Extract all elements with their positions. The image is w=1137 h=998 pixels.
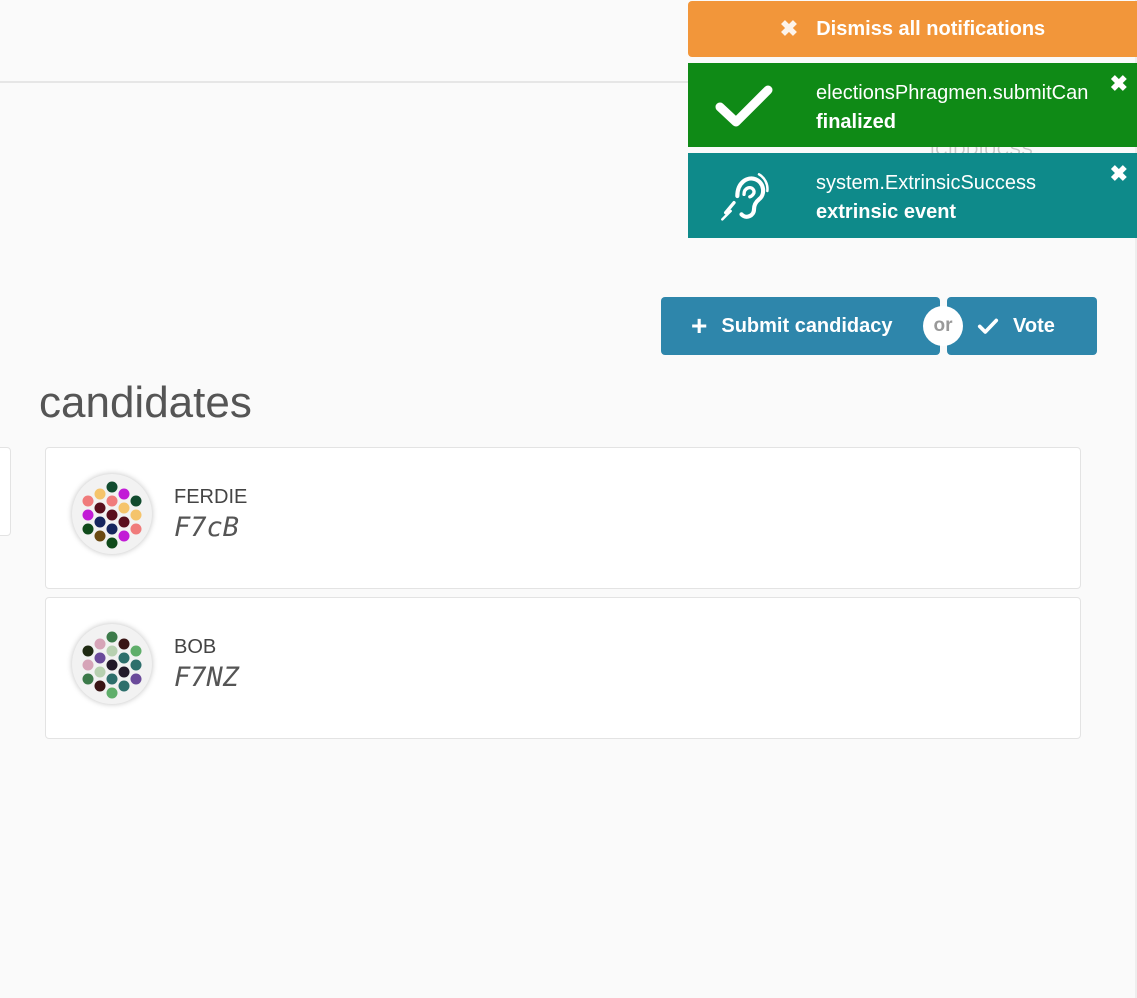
identicon-avatar[interactable] <box>72 624 152 704</box>
notification-status: finalized <box>816 111 897 133</box>
candidate-address[interactable]: F7cB <box>174 512 239 543</box>
vote-button[interactable]: Vote <box>947 297 1097 355</box>
candidate-card[interactable]: BOB F7NZ <box>45 597 1081 739</box>
section-heading: candidates <box>39 378 252 427</box>
submit-candidacy-label: Submit candidacy <box>721 314 893 337</box>
dismiss-all-notifications-button[interactable]: ✖ Dismiss all notifications <box>688 1 1137 57</box>
identicon-avatar[interactable] <box>72 474 152 554</box>
or-label: or <box>933 315 953 336</box>
assistive-listening-icon <box>721 173 769 221</box>
or-divider: or <box>923 306 963 346</box>
plus-icon: + <box>691 310 708 341</box>
close-icon: ✖ <box>779 16 799 41</box>
candidate-name: BOB <box>174 636 217 658</box>
notification-finalized: electionsPhragmen.submitCan finalized ✖ <box>688 63 1137 147</box>
close-icon[interactable]: ✖ <box>1110 71 1128 97</box>
candidate-card[interactable]: FERDIE F7cB <box>45 447 1081 589</box>
vote-label: Vote <box>1013 314 1055 337</box>
dismiss-all-label: Dismiss all notifications <box>816 17 1046 40</box>
notification-status: extrinsic event <box>816 201 957 223</box>
notification-extrinsic: system.ExtrinsicSuccess extrinsic event … <box>688 153 1137 238</box>
check-icon <box>715 85 773 127</box>
close-icon[interactable]: ✖ <box>1110 161 1128 187</box>
notification-text: system.ExtrinsicSuccess extrinsic event <box>816 169 1036 227</box>
submit-candidacy-button[interactable]: + Submit candidacy <box>661 297 940 355</box>
partial-card <box>0 447 11 536</box>
candidate-name: FERDIE <box>174 486 248 508</box>
check-icon <box>977 318 999 334</box>
notification-title: system.ExtrinsicSuccess <box>816 172 1037 194</box>
notification-text: electionsPhragmen.submitCan finalized <box>816 79 1088 137</box>
candidate-address[interactable]: F7NZ <box>174 662 239 693</box>
notification-title: electionsPhragmen.submitCan <box>816 82 1089 104</box>
